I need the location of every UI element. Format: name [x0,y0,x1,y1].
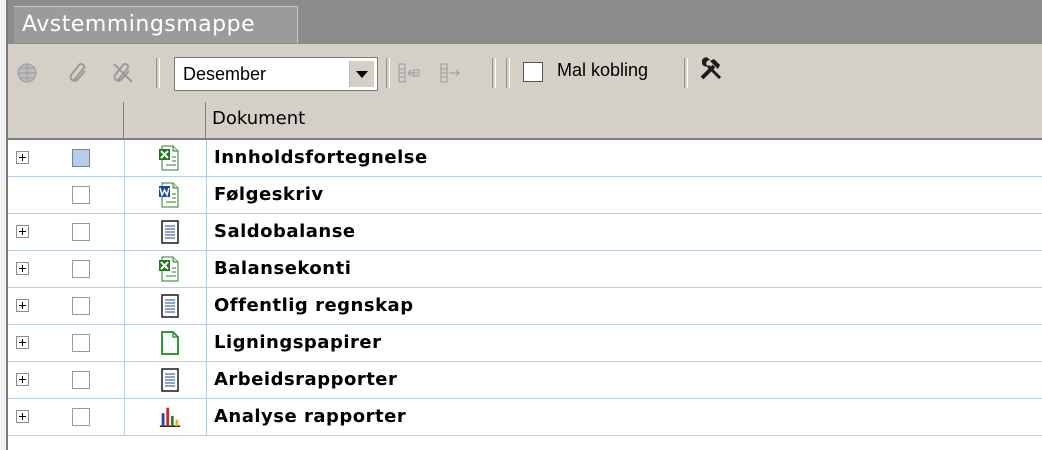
bar-chart-icon [158,404,182,430]
column-divider [124,251,125,287]
table-row[interactable]: Arbeidsrapporter [8,362,1042,399]
column-divider [124,325,125,361]
expand-icon[interactable] [16,373,29,386]
expand-icon[interactable] [16,336,29,349]
toolbar-separator [684,58,688,88]
row-checkbox[interactable] [72,408,90,426]
move-right-icon[interactable] [438,60,464,86]
row-checkbox[interactable] [72,186,90,204]
table-row[interactable]: Analyse rapporter [8,399,1042,436]
header-cell-expand [8,102,124,138]
column-divider [206,325,207,361]
header-cell-icon [124,102,206,138]
document-name[interactable]: Arbeidsrapporter [214,369,397,390]
toolbar-separator [386,58,390,88]
excel-doc-icon [158,256,182,282]
column-header-dokument[interactable]: Dokument [212,108,305,129]
document-name[interactable]: Offentlig regnskap [214,295,414,316]
table-row[interactable]: Offentlig regnskap [8,288,1042,325]
tab-bar: Avstemmingsmappe [8,0,1042,44]
document-name[interactable]: Følgeskriv [214,184,324,205]
table-row[interactable]: Innholdsfortegnelse [8,140,1042,177]
column-divider [206,140,207,176]
toolbar-separator [492,58,496,88]
document-name[interactable]: Ligningspapirer [214,332,381,353]
table-row[interactable]: Saldobalanse [8,214,1042,251]
toolbar: Desember Mal kobling [8,44,1042,103]
tools-icon[interactable] [698,56,724,82]
attach-icon[interactable] [66,60,92,86]
document-name[interactable]: Analyse rapporter [214,406,406,427]
blank-doc-icon [158,330,182,356]
detach-icon[interactable] [110,60,136,86]
row-checkbox[interactable] [72,149,90,167]
expand-icon[interactable] [16,225,29,238]
table-row[interactable]: Følgeskriv [8,177,1042,214]
column-divider [206,177,207,213]
word-doc-icon [158,182,182,208]
column-divider [124,140,125,176]
text-doc-icon [158,219,182,245]
window-left-edge [0,0,8,450]
period-value: Desember [183,64,267,84]
row-checkbox[interactable] [72,223,90,241]
row-checkbox[interactable] [72,334,90,352]
column-divider [124,214,125,250]
column-divider [206,288,207,324]
chevron-down-icon[interactable] [349,61,374,87]
tab-avstemmingsmappe[interactable]: Avstemmingsmappe [14,6,299,43]
toolbar-separator [506,58,510,88]
document-name[interactable]: Balansekonti [214,258,351,279]
text-doc-icon [158,293,182,319]
column-divider [206,399,207,435]
expand-icon[interactable] [16,410,29,423]
excel-doc-icon [158,145,182,171]
globe-icon[interactable] [14,60,40,86]
mal-kobling-checkbox[interactable] [523,62,543,82]
document-grid: Dokument Innholdsfortegnelse Følgeskriv Sa… [8,102,1042,436]
mal-kobling-label: Mal kobling [557,60,649,80]
text-doc-icon [158,367,182,393]
table-row[interactable]: Balansekonti [8,251,1042,288]
row-checkbox[interactable] [72,371,90,389]
row-checkbox[interactable] [72,297,90,315]
move-left-icon[interactable] [396,60,422,86]
column-divider [206,251,207,287]
document-name[interactable]: Innholdsfortegnelse [214,147,428,168]
grid-header: Dokument [8,102,1042,140]
table-row[interactable]: Ligningspapirer [8,325,1042,362]
expand-icon[interactable] [16,151,29,164]
column-divider [124,177,125,213]
column-divider [206,214,207,250]
toolbar-separator [156,58,160,88]
grid-rows: Innholdsfortegnelse Følgeskriv Saldobalans… [8,140,1042,436]
column-divider [206,362,207,398]
column-divider [124,399,125,435]
column-divider [124,362,125,398]
column-divider [124,288,125,324]
expand-icon[interactable] [16,299,29,312]
row-checkbox[interactable] [72,260,90,278]
period-select[interactable]: Desember [174,57,378,91]
document-name[interactable]: Saldobalanse [214,221,356,242]
expand-icon[interactable] [16,262,29,275]
